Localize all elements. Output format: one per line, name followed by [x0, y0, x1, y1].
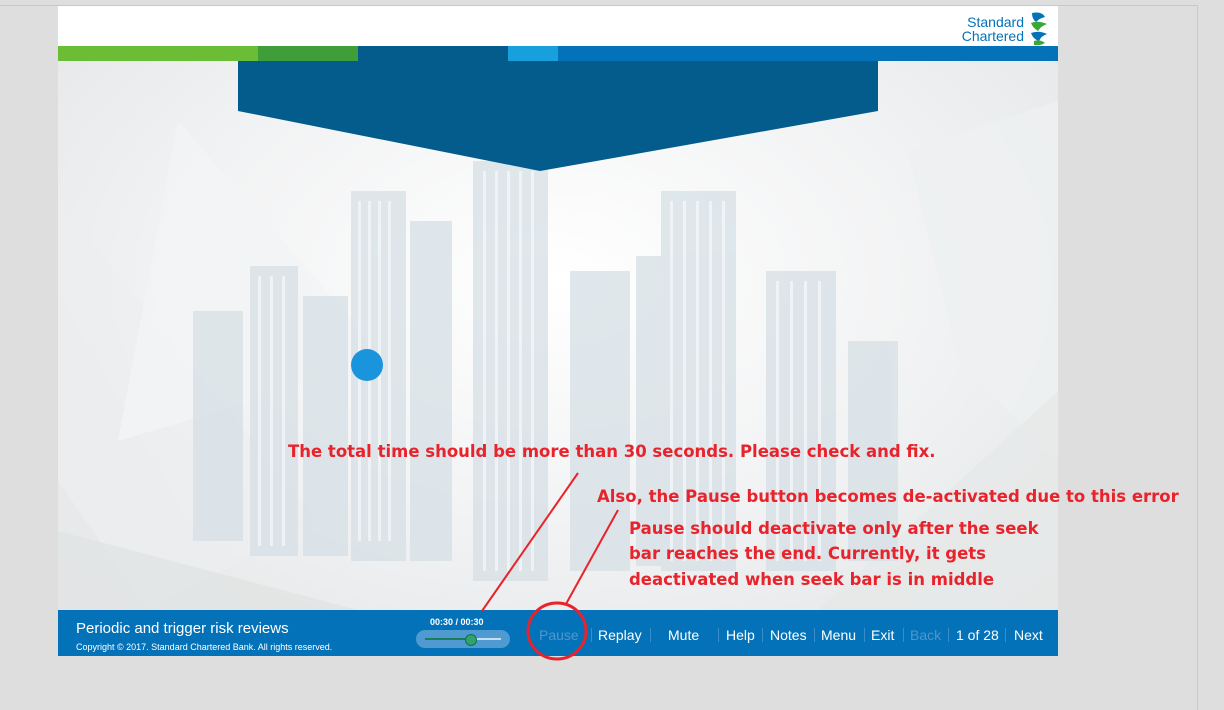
annotation-pause-line1: Pause should deactivate only after the s… [629, 519, 1039, 538]
annotation-total-time: The total time should be more than 30 se… [288, 442, 936, 461]
annotation-arrow-pause [565, 509, 619, 605]
pause-highlight-circle [526, 601, 588, 661]
annotation-pause-deactivated: Also, the Pause button becomes de-activa… [597, 487, 1179, 506]
annotation-arrow-time [481, 472, 579, 612]
annotation-pause-line2: bar reaches the end. Currently, it gets [629, 544, 986, 563]
review-annotation-overlay [481, 472, 619, 661]
annotation-pause-line3: deactivated when seek bar is in middle [629, 570, 995, 589]
